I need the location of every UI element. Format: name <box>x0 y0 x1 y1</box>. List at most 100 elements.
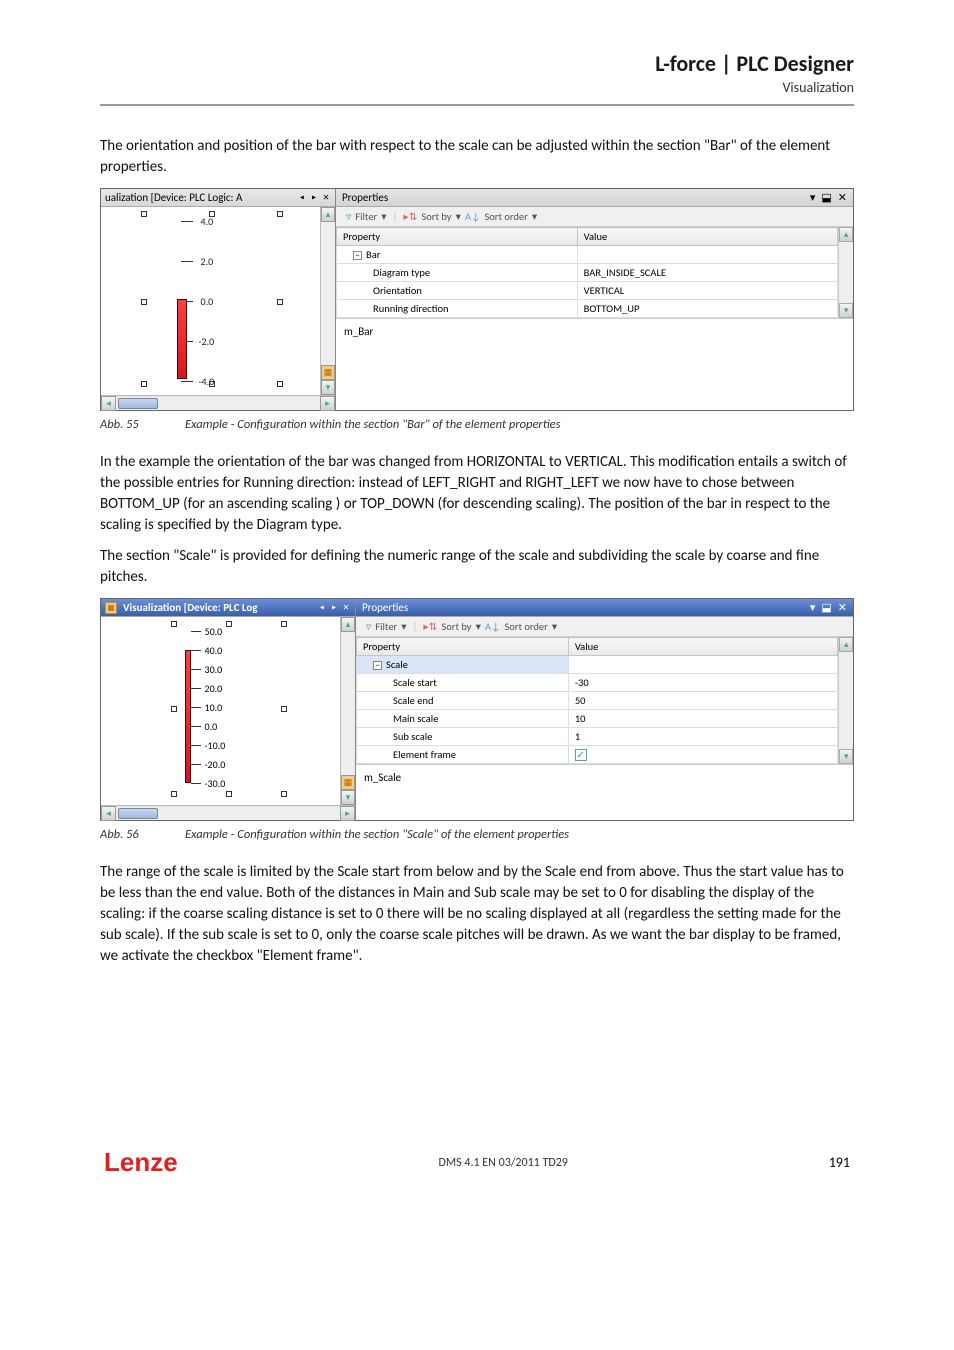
page-number: 191 <box>829 1154 850 1171</box>
visualization-icon: ▦ <box>105 602 117 614</box>
checkbox-checked-icon[interactable]: ✓ <box>575 749 587 761</box>
figure-caption-2: Abb. 56Example - Configuration within th… <box>100 827 854 842</box>
page-header: L-force | PLC Designer Visualization <box>100 50 854 96</box>
dropdown-icon[interactable]: ▾ <box>810 601 816 614</box>
properties-pane: Properties ▾ ⬓ ✕ ▿ Filter▾ | ▸⇅ Sort by▾… <box>336 189 853 410</box>
properties-description: m_Scale <box>356 764 853 806</box>
col-value[interactable]: Value <box>568 638 838 656</box>
tab-next-icon[interactable]: ▸ <box>329 602 339 613</box>
grid-row: Running directionBOTTOM_UP <box>337 300 838 318</box>
properties-titlebar: Properties ▾ ⬓ ✕ <box>336 189 853 207</box>
canvas-hscrollbar[interactable]: ◂ ▸ <box>101 395 335 410</box>
footer-doc-id: DMS 4.1 EN 03/2011 TD29 <box>439 1156 568 1170</box>
view-icon[interactable]: ▦ <box>341 775 355 790</box>
properties-title: Properties <box>342 191 388 204</box>
grid-row-group: −Bar <box>337 246 838 264</box>
properties-grid[interactable]: Property Value −Scale Scale start-30 Sca… <box>356 637 838 764</box>
tab-label: Visualization [Device: PLC Log <box>123 601 257 614</box>
tab-close-icon[interactable]: ✕ <box>321 192 331 203</box>
grid-row: Scale end50 <box>357 692 838 710</box>
close-icon[interactable]: ✕ <box>838 601 847 614</box>
tab-nav-buttons: ◂ ▸ ✕ <box>297 192 331 203</box>
sortby-icon[interactable]: ▸⇅ <box>423 620 437 633</box>
scroll-down-icon[interactable]: ▾ <box>839 303 853 318</box>
scroll-down-icon[interactable]: ▾ <box>839 749 853 764</box>
page-footer: Lenze DMS 4.1 EN 03/2011 TD29 191 <box>100 1147 854 1178</box>
paragraph-1: The orientation and position of the bar … <box>100 136 854 178</box>
bar-gauge-element[interactable]: 4.0 2.0 0.0 -2.0 -4.0 <box>121 211 301 391</box>
tab-prev-icon[interactable]: ◂ <box>297 192 307 203</box>
screenshot-bar-config: ualization [Device: PLC Logic: A ◂ ▸ ✕ <box>100 188 854 411</box>
sortby-button[interactable]: Sort by <box>421 210 451 223</box>
pin-icon[interactable]: ⬓ <box>821 601 831 614</box>
tab-prev-icon[interactable]: ◂ <box>317 602 327 613</box>
dropdown-icon[interactable]: ▾ <box>810 191 816 204</box>
bar-gauge-element[interactable]: 50.0 40.0 30.0 20.0 10.0 0.0 -10.0 -20.0… <box>141 621 301 801</box>
visualization-canvas[interactable]: 4.0 2.0 0.0 -2.0 -4.0 <box>101 207 320 395</box>
view-icon[interactable]: ▦ <box>321 365 335 380</box>
filter-icon[interactable]: ▿ <box>346 210 351 223</box>
visualization-canvas[interactable]: 50.0 40.0 30.0 20.0 10.0 0.0 -10.0 -20.0… <box>101 617 340 805</box>
canvas-vscrollbar[interactable]: ▴ ▦ ▾ <box>340 617 355 805</box>
grid-row: Main scale10 <box>357 710 838 728</box>
paragraph-2: In the example the orientation of the ba… <box>100 452 854 536</box>
scroll-left-icon[interactable]: ◂ <box>101 806 116 821</box>
doc-title: L-force | PLC Designer <box>100 50 854 77</box>
grid-vscrollbar[interactable]: ▴ ▾ <box>838 227 853 318</box>
canvas-hscrollbar[interactable]: ◂ ▸ <box>101 805 355 820</box>
sortby-button[interactable]: Sort by <box>441 620 471 633</box>
sortorder-icon[interactable]: A↓ <box>485 620 501 633</box>
grid-vscrollbar[interactable]: ▴ ▾ <box>838 637 853 764</box>
header-rule <box>100 104 854 106</box>
scroll-right-icon[interactable]: ▸ <box>320 396 335 411</box>
scroll-up-icon[interactable]: ▴ <box>321 207 335 222</box>
lenze-logo: Lenze <box>104 1147 178 1178</box>
properties-grid[interactable]: Property Value −Bar Diagram typeBAR_INSI… <box>336 227 838 318</box>
paragraph-4: The range of the scale is limited by the… <box>100 862 854 967</box>
pin-icon[interactable]: ⬓ <box>821 191 831 204</box>
collapse-icon[interactable]: − <box>353 251 362 260</box>
filter-button[interactable]: Filter <box>375 620 397 633</box>
grid-row: Sub scale1 <box>357 728 838 746</box>
paragraph-3: The section "Scale" is provided for defi… <box>100 546 854 588</box>
grid-row: Diagram typeBAR_INSIDE_SCALE <box>337 264 838 282</box>
col-value[interactable]: Value <box>577 228 838 246</box>
filter-icon[interactable]: ▿ <box>366 620 371 633</box>
grid-row: Element frame✓ <box>357 746 838 764</box>
visualization-tab[interactable]: ▦ Visualization [Device: PLC Log ◂ ▸ ✕ <box>101 599 355 617</box>
scroll-up-icon[interactable]: ▴ <box>839 227 853 242</box>
scroll-left-icon[interactable]: ◂ <box>101 396 116 411</box>
figure-caption-1: Abb. 55Example - Configuration within th… <box>100 417 854 432</box>
grid-row-group: −Scale <box>357 656 838 674</box>
tab-close-icon[interactable]: ✕ <box>341 602 351 613</box>
scroll-down-icon[interactable]: ▾ <box>341 790 355 805</box>
grid-row: OrientationVERTICAL <box>337 282 838 300</box>
sortorder-icon[interactable]: A↓ <box>465 210 481 223</box>
visualization-pane: ualization [Device: PLC Logic: A ◂ ▸ ✕ <box>101 189 336 410</box>
visualization-pane: ▦ Visualization [Device: PLC Log ◂ ▸ ✕ <box>101 599 356 820</box>
properties-description: m_Bar <box>336 318 853 360</box>
tab-next-icon[interactable]: ▸ <box>309 192 319 203</box>
properties-titlebar: Properties ▾ ⬓ ✕ <box>356 599 853 617</box>
doc-subtitle: Visualization <box>100 79 854 96</box>
scroll-right-icon[interactable]: ▸ <box>340 806 355 821</box>
canvas-vscrollbar[interactable]: ▴ ▦ ▾ <box>320 207 335 395</box>
filter-button[interactable]: Filter <box>355 210 377 223</box>
scroll-down-icon[interactable]: ▾ <box>321 380 335 395</box>
properties-toolbar: ▿ Filter▾ | ▸⇅ Sort by▾ A↓ Sort order▾ <box>336 207 853 227</box>
sortorder-button[interactable]: Sort order <box>484 210 527 223</box>
properties-toolbar: ▿ Filter▾ | ▸⇅ Sort by▾ A↓ Sort order▾ <box>356 617 853 637</box>
collapse-icon[interactable]: − <box>373 661 382 670</box>
screenshot-scale-config: ▦ Visualization [Device: PLC Log ◂ ▸ ✕ <box>100 598 854 821</box>
sortorder-button[interactable]: Sort order <box>504 620 547 633</box>
properties-title: Properties <box>362 601 408 614</box>
col-property[interactable]: Property <box>357 638 569 656</box>
grid-row: Scale start-30 <box>357 674 838 692</box>
close-icon[interactable]: ✕ <box>838 191 847 204</box>
col-property[interactable]: Property <box>337 228 578 246</box>
tab-nav-buttons: ◂ ▸ ✕ <box>317 602 351 613</box>
visualization-tab[interactable]: ualization [Device: PLC Logic: A ◂ ▸ ✕ <box>101 189 335 207</box>
scroll-up-icon[interactable]: ▴ <box>341 617 355 632</box>
scroll-up-icon[interactable]: ▴ <box>839 637 853 652</box>
sortby-icon[interactable]: ▸⇅ <box>403 210 417 223</box>
